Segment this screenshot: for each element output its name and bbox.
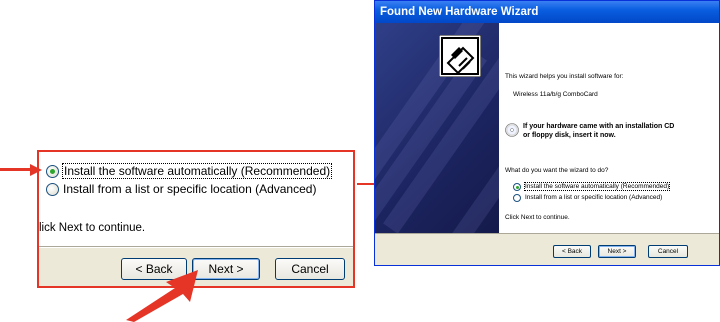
found-new-hardware-window: Found New Hardware Wizard This wizard he… [374,0,720,266]
wizard-option-auto[interactable]: Install the software automatically (Reco… [523,182,671,191]
wizard-side-panel [375,23,499,233]
hardware-install-icon [439,35,481,77]
zoom-divider [39,246,353,248]
cd-instruction-line2: or floppy disk, insert it now. [523,132,616,139]
wizard-option-manual[interactable]: Install from a list or specific location… [525,194,662,201]
zoom-next-button[interactable]: Next > [192,258,260,280]
zoom-option-auto-label[interactable]: Install the software automatically (Reco… [61,163,333,179]
wizard-cancel-button[interactable]: Cancel [648,245,688,258]
wizard-radio-manual-icon[interactable] [513,194,521,202]
zoom-continue-text: lick Next to continue. [39,222,146,234]
zoom-radio-install-automatically[interactable]: Install the software automatically (Reco… [46,163,333,179]
zoom-cancel-button[interactable]: Cancel [275,258,345,280]
wizard-content: This wizard helps you install software f… [499,23,719,233]
device-name: Wireless 11a/b/g ComboCard [513,91,598,98]
wizard-question: What do you want the wizard to do? [505,167,609,174]
wizard-next-button[interactable]: Next > [598,245,636,258]
radio-selected-icon[interactable] [46,164,59,178]
zoom-options-area: Install the software automatically (Reco… [39,152,353,246]
next-pointer-arrow [126,270,198,322]
zoom-radio-install-from-list[interactable]: Install from a list or specific location… [46,182,316,196]
wizard-continue-text: Click Next to continue. [505,214,570,221]
radio-unselected-icon[interactable] [46,182,59,196]
wizard-radio-auto-icon[interactable] [513,183,521,191]
cd-icon [505,123,519,137]
cd-instruction-line1: If your hardware came with an installati… [523,123,675,130]
wizard-footer: < Back Next > Cancel [375,233,719,265]
zoom-option-manual-label[interactable]: Install from a list or specific location… [63,182,316,196]
window-title[interactable]: Found New Hardware Wizard [375,1,719,23]
wizard-back-button[interactable]: < Back [553,245,591,258]
wizard-intro: This wizard helps you install software f… [505,73,624,80]
